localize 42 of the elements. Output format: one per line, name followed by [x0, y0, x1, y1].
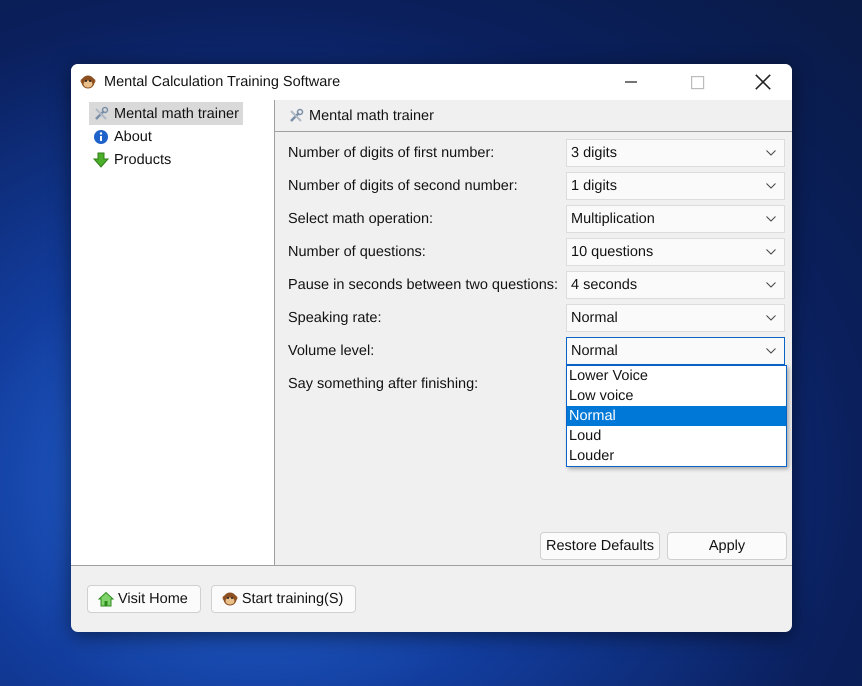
chevron-down-icon	[766, 348, 776, 354]
panel-button[interactable]: Restore Defaults	[540, 532, 660, 560]
dropdown-option[interactable]: Low voice	[567, 386, 786, 406]
monkey-icon	[80, 74, 96, 90]
panel-button[interactable]: Apply	[667, 532, 787, 560]
dropdown[interactable]: 3 digits	[566, 139, 785, 167]
setting-label: Pause in seconds between two questions:	[288, 277, 560, 293]
dropdown[interactable]: Normal	[566, 304, 785, 332]
dropdown[interactable]: 1 digits	[566, 172, 785, 200]
chevron-down-icon	[766, 183, 776, 189]
sidebar-item[interactable]: Mental math trainer	[89, 102, 243, 125]
setting-label: Say something after finishing:	[288, 376, 480, 392]
dropdown-option[interactable]: Loud	[567, 426, 786, 446]
setting-label: Speaking rate:	[288, 310, 383, 326]
info-icon	[93, 128, 109, 144]
setting-label: Number of digits of first number:	[288, 145, 496, 161]
chevron-down-icon	[766, 282, 776, 288]
panel-title: Mental math trainer	[309, 108, 434, 124]
tools-icon	[93, 106, 109, 122]
sidebar-item[interactable]: About	[89, 125, 156, 148]
monkey-icon	[222, 591, 238, 607]
footer-button[interactable]: Start training(S)	[210, 585, 356, 613]
sidebar-item[interactable]: Products	[89, 148, 176, 171]
dropdown[interactable]: 10 questions	[566, 238, 785, 266]
setting-label: Volume level:	[288, 343, 376, 359]
chevron-down-icon	[766, 315, 776, 321]
setting-label: Number of questions:	[288, 244, 427, 260]
dropdown[interactable]: 4 seconds	[566, 271, 785, 299]
dropdown-option[interactable]: Lower Voice	[567, 366, 786, 386]
tools-icon	[288, 108, 304, 124]
house-icon	[98, 591, 114, 607]
setting-label: Number of digits of second number:	[288, 178, 519, 194]
dropdown-option[interactable]: Normal	[567, 406, 786, 426]
dropdown[interactable]: Multiplication	[566, 205, 785, 233]
down-arrow-icon	[93, 152, 109, 168]
footer-button[interactable]: Visit Home	[87, 585, 201, 613]
window-title: Mental Calculation Training Software	[104, 74, 340, 90]
chevron-down-icon	[766, 249, 776, 255]
chevron-down-icon	[766, 150, 776, 156]
setting-label: Select math operation:	[288, 211, 434, 227]
dropdown-option[interactable]: Louder	[567, 446, 786, 466]
chevron-down-icon	[766, 216, 776, 222]
